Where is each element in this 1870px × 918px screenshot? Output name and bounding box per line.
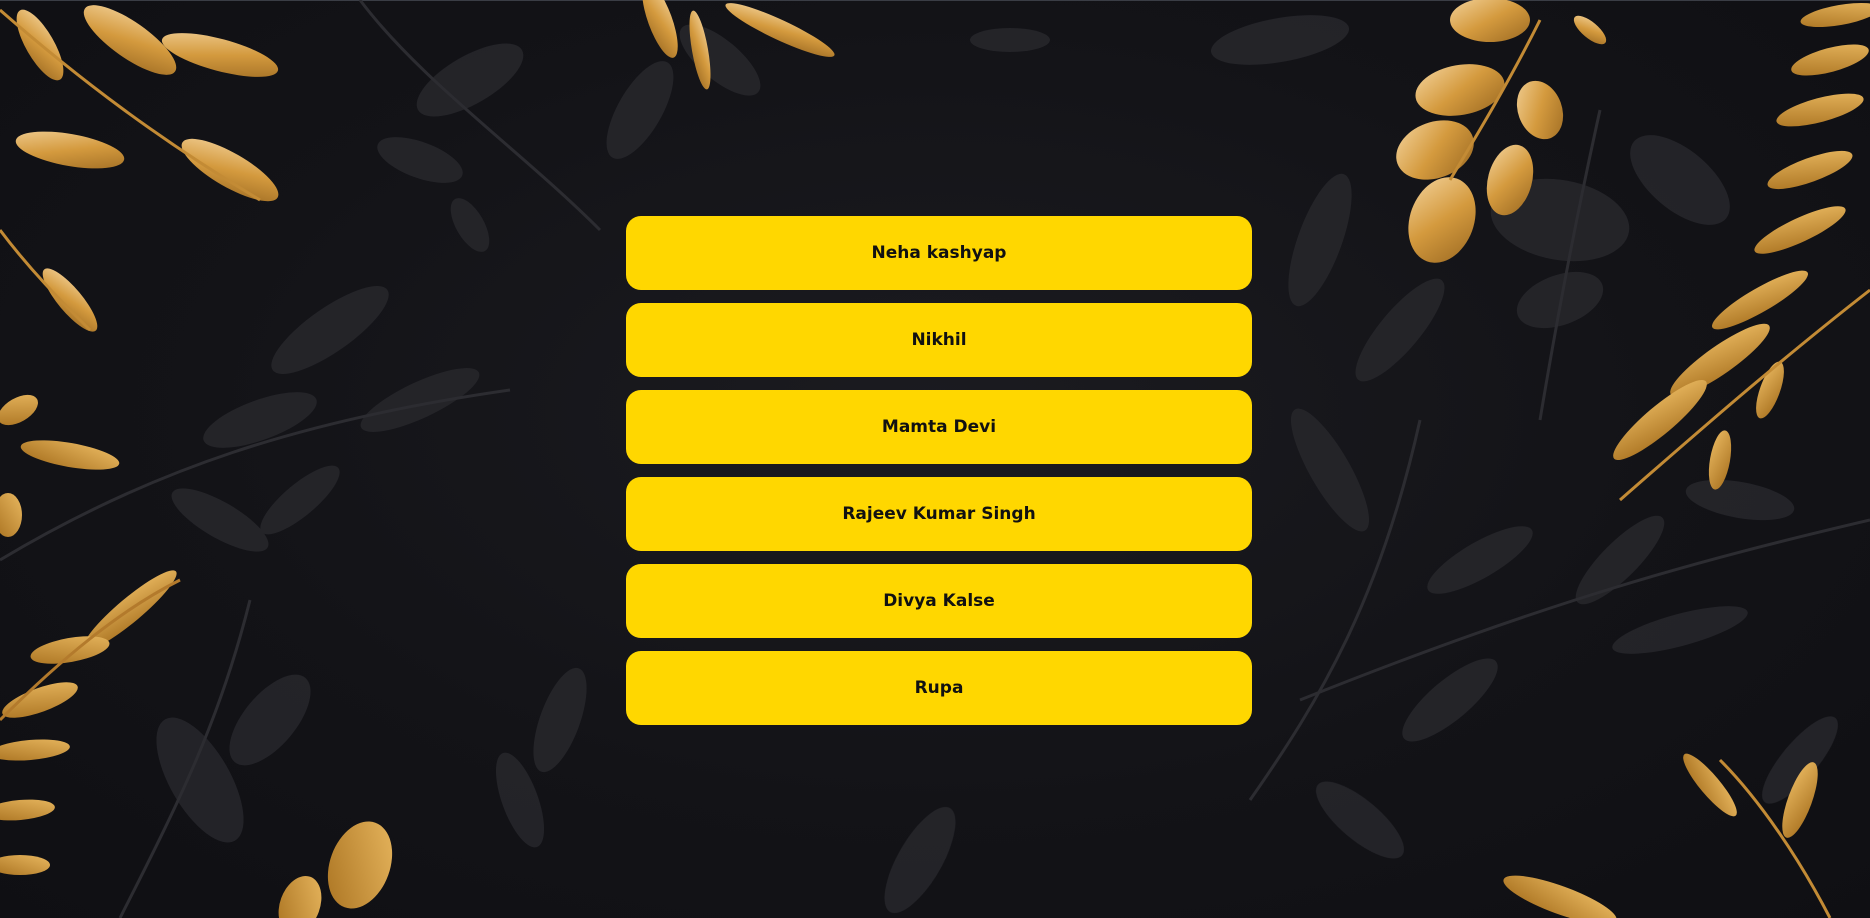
- person-button-rupa[interactable]: Rupa: [626, 651, 1252, 725]
- people-list: Neha kashyap Nikhil Mamta Devi Rajeev Ku…: [626, 216, 1252, 738]
- page-background: Neha kashyap Nikhil Mamta Devi Rajeev Ku…: [0, 0, 1870, 918]
- person-button-neha-kashyap[interactable]: Neha kashyap: [626, 216, 1252, 290]
- person-button-rajeev-kumar-singh[interactable]: Rajeev Kumar Singh: [626, 477, 1252, 551]
- person-button-divya-kalse[interactable]: Divya Kalse: [626, 564, 1252, 638]
- person-button-mamta-devi[interactable]: Mamta Devi: [626, 390, 1252, 464]
- person-button-nikhil[interactable]: Nikhil: [626, 303, 1252, 377]
